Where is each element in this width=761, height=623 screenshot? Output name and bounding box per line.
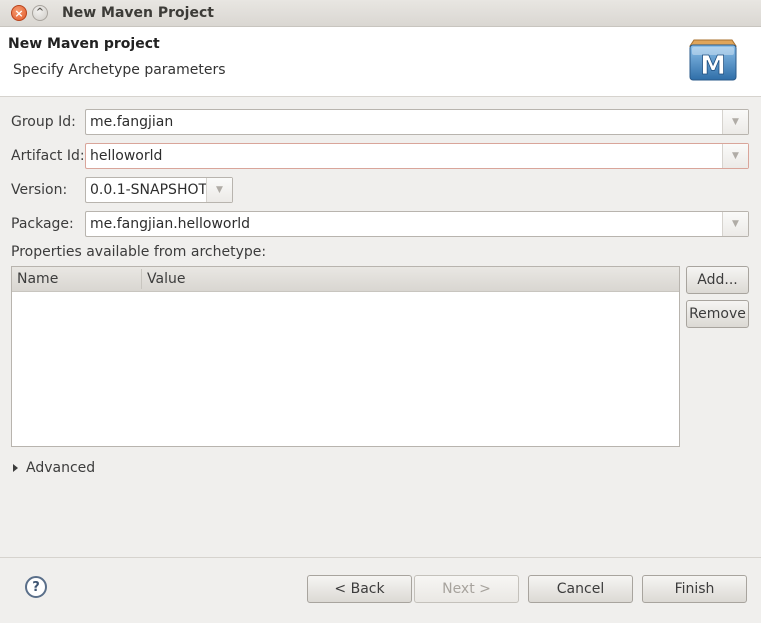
chevron-down-icon[interactable]: ▼	[722, 212, 748, 236]
column-header-value[interactable]: Value	[147, 271, 185, 287]
back-button[interactable]: < Back	[307, 575, 412, 603]
package-label: Package:	[11, 216, 74, 232]
remove-property-button[interactable]: Remove	[686, 300, 749, 328]
version-field[interactable]: 0.0.1-SNAPSHOT ▼	[85, 177, 233, 203]
cancel-button[interactable]: Cancel	[528, 575, 633, 603]
properties-table[interactable]: Name Value	[11, 266, 680, 447]
chevron-down-icon[interactable]: ▼	[722, 110, 748, 134]
minimize-icon[interactable]: ^	[32, 5, 48, 21]
version-value: 0.0.1-SNAPSHOT	[90, 182, 208, 198]
package-field[interactable]: me.fangjian.helloworld ▼	[85, 211, 749, 237]
add-button-label: Add...	[697, 272, 738, 288]
group-id-label: Group Id:	[11, 114, 76, 130]
chevron-down-icon[interactable]: ▼	[722, 144, 748, 168]
maven-logo-icon: M	[689, 39, 737, 81]
page-title: New Maven project	[8, 36, 160, 52]
back-button-label: < Back	[334, 581, 385, 597]
properties-label: Properties available from archetype:	[11, 244, 267, 260]
add-property-button[interactable]: Add...	[686, 266, 749, 294]
page-subtitle: Specify Archetype parameters	[13, 62, 226, 78]
remove-button-label: Remove	[689, 306, 746, 322]
wizard-header: New Maven project Specify Archetype para…	[0, 27, 761, 97]
svg-text:M: M	[700, 51, 726, 81]
close-icon[interactable]: ×	[11, 5, 27, 21]
artifact-id-field[interactable]: helloworld ▼	[85, 143, 749, 169]
artifact-id-label: Artifact Id:	[11, 148, 85, 164]
group-id-value: me.fangjian	[90, 114, 174, 130]
help-icon[interactable]: ?	[25, 576, 47, 598]
expand-triangle-icon	[13, 464, 18, 472]
cancel-button-label: Cancel	[556, 581, 605, 597]
column-header-name[interactable]: Name	[17, 271, 58, 287]
advanced-label: Advanced	[26, 460, 96, 476]
artifact-id-value: helloworld	[90, 148, 163, 164]
finish-button[interactable]: Finish	[642, 575, 747, 603]
title-bar[interactable]: × ^ New Maven Project	[0, 0, 761, 27]
column-divider[interactable]	[141, 269, 142, 289]
chevron-down-icon[interactable]: ▼	[206, 178, 232, 202]
window-title: New Maven Project	[62, 5, 214, 21]
group-id-field[interactable]: me.fangjian ▼	[85, 109, 749, 135]
footer-divider	[0, 557, 761, 558]
table-header: Name Value	[12, 267, 679, 292]
version-label: Version:	[11, 182, 68, 198]
finish-button-label: Finish	[674, 581, 715, 597]
package-value: me.fangjian.helloworld	[90, 216, 251, 232]
advanced-section-toggle[interactable]: Advanced	[13, 460, 95, 476]
next-button-label: Next >	[442, 581, 491, 597]
next-button[interactable]: Next >	[414, 575, 519, 603]
